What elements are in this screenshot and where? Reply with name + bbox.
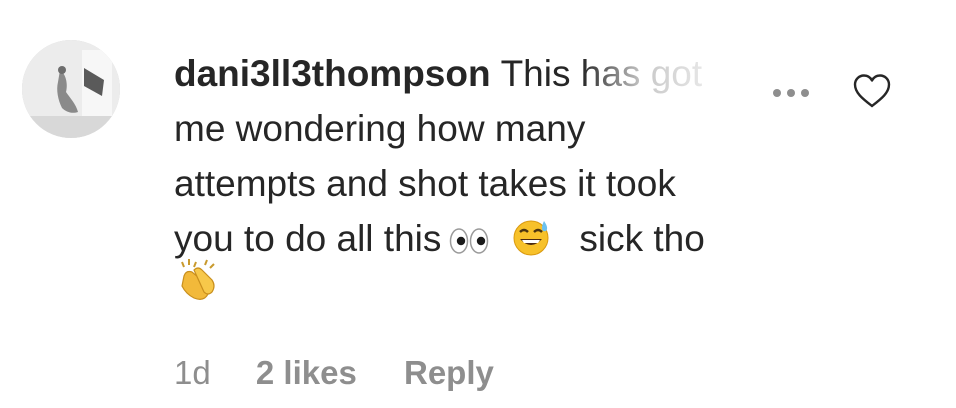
clapping-hands-emoji [174, 256, 222, 304]
heart-outline-icon [853, 74, 891, 108]
comment-time[interactable]: 1d [174, 354, 211, 391]
reply-button[interactable]: Reply [404, 354, 494, 391]
comment-line-4-suffix: sick tho [579, 218, 705, 259]
ellipsis-icon-dot-3 [801, 89, 809, 97]
comment-line-1: dani3ll3thompson This has got [174, 46, 834, 101]
comment-line-4: you to do all this sick tho [174, 211, 834, 272]
comment-item: dani3ll3thompson This has got me wonderin… [0, 0, 956, 408]
avatar[interactable] [22, 40, 120, 138]
more-options-button[interactable] [773, 84, 819, 98]
comment-username[interactable]: dani3ll3thompson [174, 53, 491, 94]
eyes-emoji [449, 217, 489, 272]
comment-line-4-text: you to do all this [174, 218, 442, 259]
comment-meta: 1d 2 likes Reply [174, 353, 494, 393]
grinning-sweat-emoji [511, 217, 551, 272]
ellipsis-icon [773, 89, 781, 97]
avatar-photo [22, 40, 120, 138]
comment-text-truncated: This has got [500, 53, 703, 94]
comment-line-3: attempts and shot takes it took [174, 163, 676, 204]
comment-line-2: me wondering how many [174, 108, 586, 149]
comment-likes-count[interactable]: 2 likes [256, 354, 357, 391]
ellipsis-icon-dot-2 [787, 89, 795, 97]
comment-text: dani3ll3thompson This has got me wonderin… [174, 46, 834, 272]
like-button[interactable] [852, 73, 892, 109]
